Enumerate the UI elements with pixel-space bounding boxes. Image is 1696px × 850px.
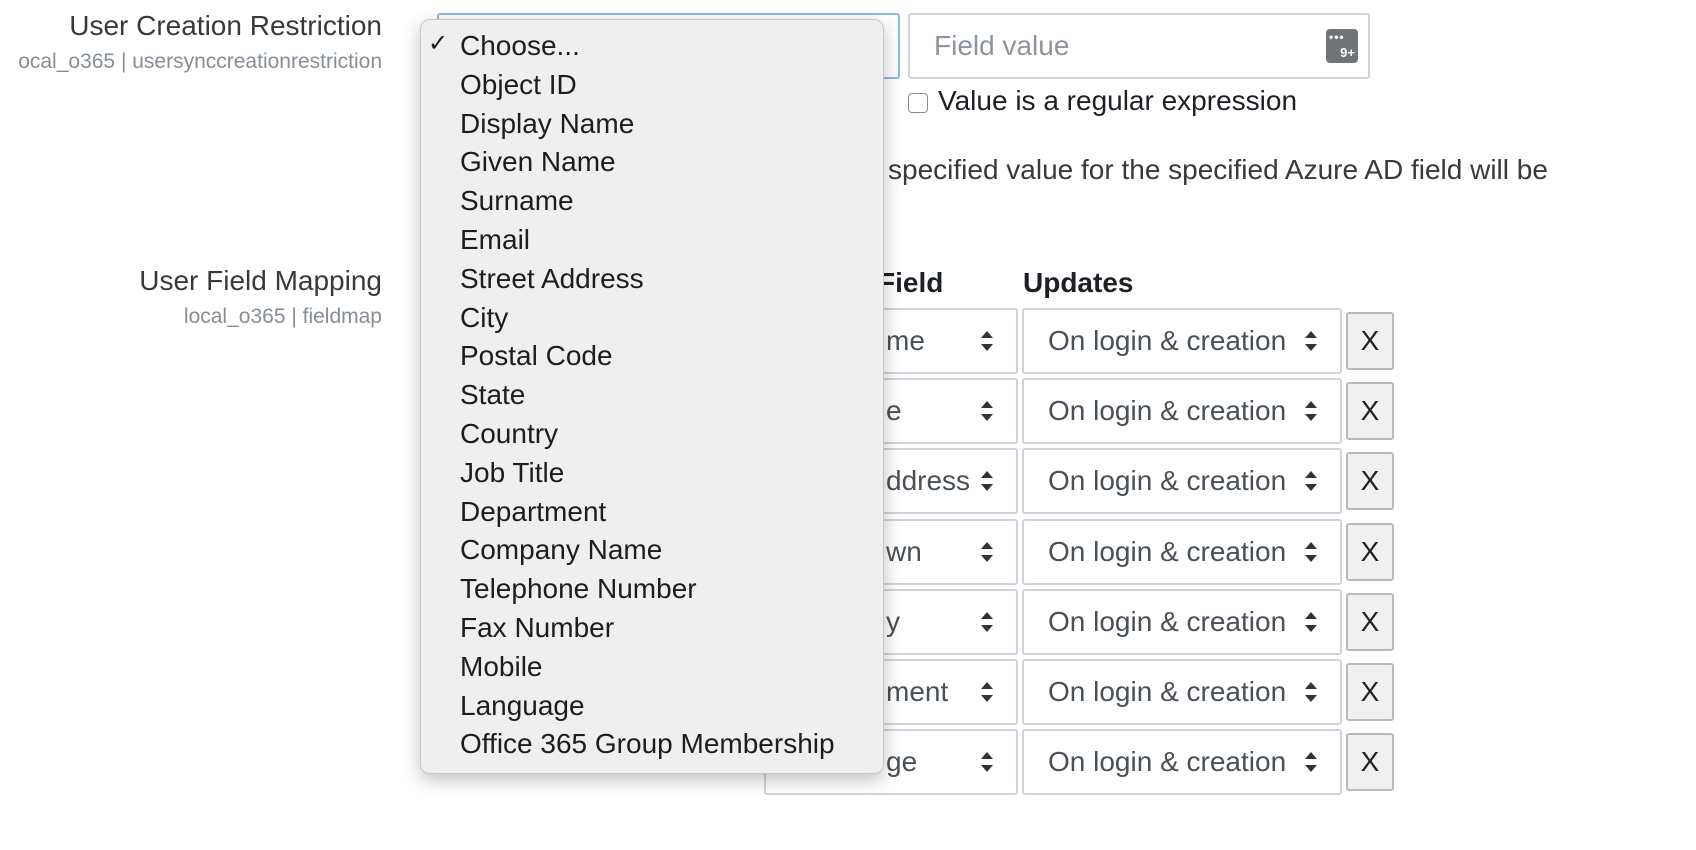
dropdown-option-label: Mobile <box>460 650 543 682</box>
dropdown-option[interactable]: Email <box>421 221 883 259</box>
setting-title-field-mapping: User Field Mapping local_o365 | fieldmap <box>139 265 382 329</box>
dropdown-option[interactable]: Display Name <box>421 105 883 143</box>
dropdown-option[interactable]: Telephone Number <box>421 570 883 608</box>
select-arrows-icon <box>1304 541 1320 563</box>
updates-value: On login & creation <box>1048 746 1287 778</box>
dropdown-option[interactable]: ✓ Choose... <box>421 27 883 65</box>
dropdown-option-label: Office 365 Group Membership <box>460 728 835 760</box>
dropdown-option-label: Department <box>460 495 607 527</box>
remove-mapping-button[interactable]: X <box>1346 663 1394 721</box>
select-arrows-icon <box>1304 611 1320 633</box>
updates-value: On login & creation <box>1048 395 1287 427</box>
dropdown-option[interactable]: Surname <box>421 182 883 220</box>
dropdown-option[interactable]: Department <box>421 493 883 531</box>
checkmark-icon: ✓ <box>428 30 449 57</box>
field-select-dropdown-menu: ✓ Choose... Object ID Display Name Given Nam… <box>420 19 884 774</box>
dropdown-option[interactable]: City <box>421 299 883 337</box>
moodle-field-value: wn <box>886 535 922 567</box>
setting-label: User Field Mapping <box>139 265 382 296</box>
updates-select[interactable]: On login & creation <box>1022 588 1342 655</box>
column-header-field: Field <box>878 267 944 298</box>
dropdown-option-label: Street Address <box>460 262 644 294</box>
select-arrows-icon <box>1304 400 1320 422</box>
dropdown-option-label: Telephone Number <box>460 573 697 605</box>
moodle-field-value: e <box>886 395 902 427</box>
updates-select[interactable]: On login & creation <box>1022 448 1342 515</box>
select-arrows-icon <box>980 681 996 703</box>
dropdown-option[interactable]: Mobile <box>421 648 883 686</box>
setting-title-creation-restriction: User Creation Restriction ocal_o365 | us… <box>18 10 382 74</box>
select-arrows-icon <box>980 330 996 352</box>
setting-config-name: local_o365 | fieldmap <box>183 305 382 328</box>
password-manager-icon[interactable]: ••• 9+ <box>1326 29 1358 63</box>
remove-mapping-button[interactable]: X <box>1346 452 1394 511</box>
moodle-field-value: ddress <box>886 465 971 497</box>
dropdown-option[interactable]: Language <box>421 687 883 725</box>
dropdown-option-label: State <box>460 379 526 411</box>
select-arrows-icon <box>1304 681 1320 703</box>
dropdown-option[interactable]: Fax Number <box>421 609 883 647</box>
dropdown-option-label: Postal Code <box>460 340 613 372</box>
dropdown-option-label: Display Name <box>460 107 635 139</box>
dropdown-option-label: City <box>460 301 509 333</box>
dropdown-option[interactable]: Street Address <box>421 260 883 298</box>
dropdown-option[interactable]: State <box>421 376 883 414</box>
select-arrows-icon <box>980 470 996 492</box>
dropdown-option[interactable]: Postal Code <box>421 337 883 375</box>
dropdown-option-label: Choose... <box>460 30 580 61</box>
updates-select[interactable]: On login & creation <box>1022 659 1342 725</box>
moodle-field-value: ment <box>886 676 949 707</box>
dropdown-option-label: Surname <box>460 185 574 217</box>
dropdown-option[interactable]: Country <box>421 415 883 453</box>
dropdown-option-label: Job Title <box>460 456 565 488</box>
updates-value: On login & creation <box>1048 676 1287 707</box>
updates-select[interactable]: On login & creation <box>1022 729 1342 796</box>
moodle-field-value: me <box>886 325 925 356</box>
updates-select[interactable]: On login & creation <box>1022 308 1342 374</box>
select-arrows-icon <box>980 400 996 422</box>
remove-mapping-button[interactable]: X <box>1346 522 1394 581</box>
select-arrows-icon <box>980 611 996 633</box>
dropdown-option-label: Email <box>460 224 531 255</box>
updates-value: On login & creation <box>1048 465 1287 497</box>
dropdown-option-label: Language <box>460 689 585 721</box>
dropdown-option-label: Country <box>460 418 559 449</box>
updates-select[interactable]: On login & creation <box>1022 378 1342 445</box>
updates-value: On login & creation <box>1048 605 1287 637</box>
moodle-field-value: y <box>886 605 900 637</box>
dropdown-option-label: Company Name <box>460 534 663 566</box>
updates-select[interactable]: On login & creation <box>1022 518 1342 585</box>
moodle-field-value: ge <box>886 746 918 778</box>
remove-mapping-button[interactable]: X <box>1346 312 1394 370</box>
restriction-description: specified value for the specified Azure … <box>888 154 1548 185</box>
field-value-input[interactable] <box>910 15 1368 77</box>
select-arrows-icon <box>1304 330 1320 352</box>
dropdown-option[interactable]: Job Title <box>421 454 883 492</box>
setting-config-name: ocal_o365 | usersynccreationrestriction <box>18 50 382 73</box>
setting-label: User Creation Restriction <box>69 10 382 41</box>
dropdown-option-label: Object ID <box>460 68 577 100</box>
regex-checkbox[interactable] <box>908 93 928 113</box>
dropdown-option[interactable]: Given Name <box>421 143 883 181</box>
updates-value: On login & creation <box>1048 535 1287 567</box>
dropdown-option-label: Given Name <box>460 146 616 178</box>
select-arrows-icon <box>1304 470 1320 492</box>
updates-value: On login & creation <box>1048 325 1287 356</box>
field-value-wrapper: ••• 9+ <box>908 13 1370 79</box>
column-header-updates: Updates <box>1023 267 1134 298</box>
remove-mapping-button[interactable]: X <box>1346 382 1394 441</box>
dropdown-option[interactable]: Company Name <box>421 531 883 569</box>
dropdown-option[interactable]: Object ID <box>421 66 883 104</box>
select-arrows-icon <box>980 751 996 773</box>
select-arrows-icon <box>980 541 996 563</box>
dropdown-option-label: Fax Number <box>460 612 615 643</box>
dropdown-option[interactable]: Office 365 Group Membership <box>421 725 883 763</box>
select-arrows-icon <box>1304 751 1320 773</box>
remove-mapping-button[interactable]: X <box>1346 592 1394 651</box>
remove-mapping-button[interactable]: X <box>1346 733 1394 792</box>
regex-label: Value is a regular expression <box>938 85 1298 116</box>
